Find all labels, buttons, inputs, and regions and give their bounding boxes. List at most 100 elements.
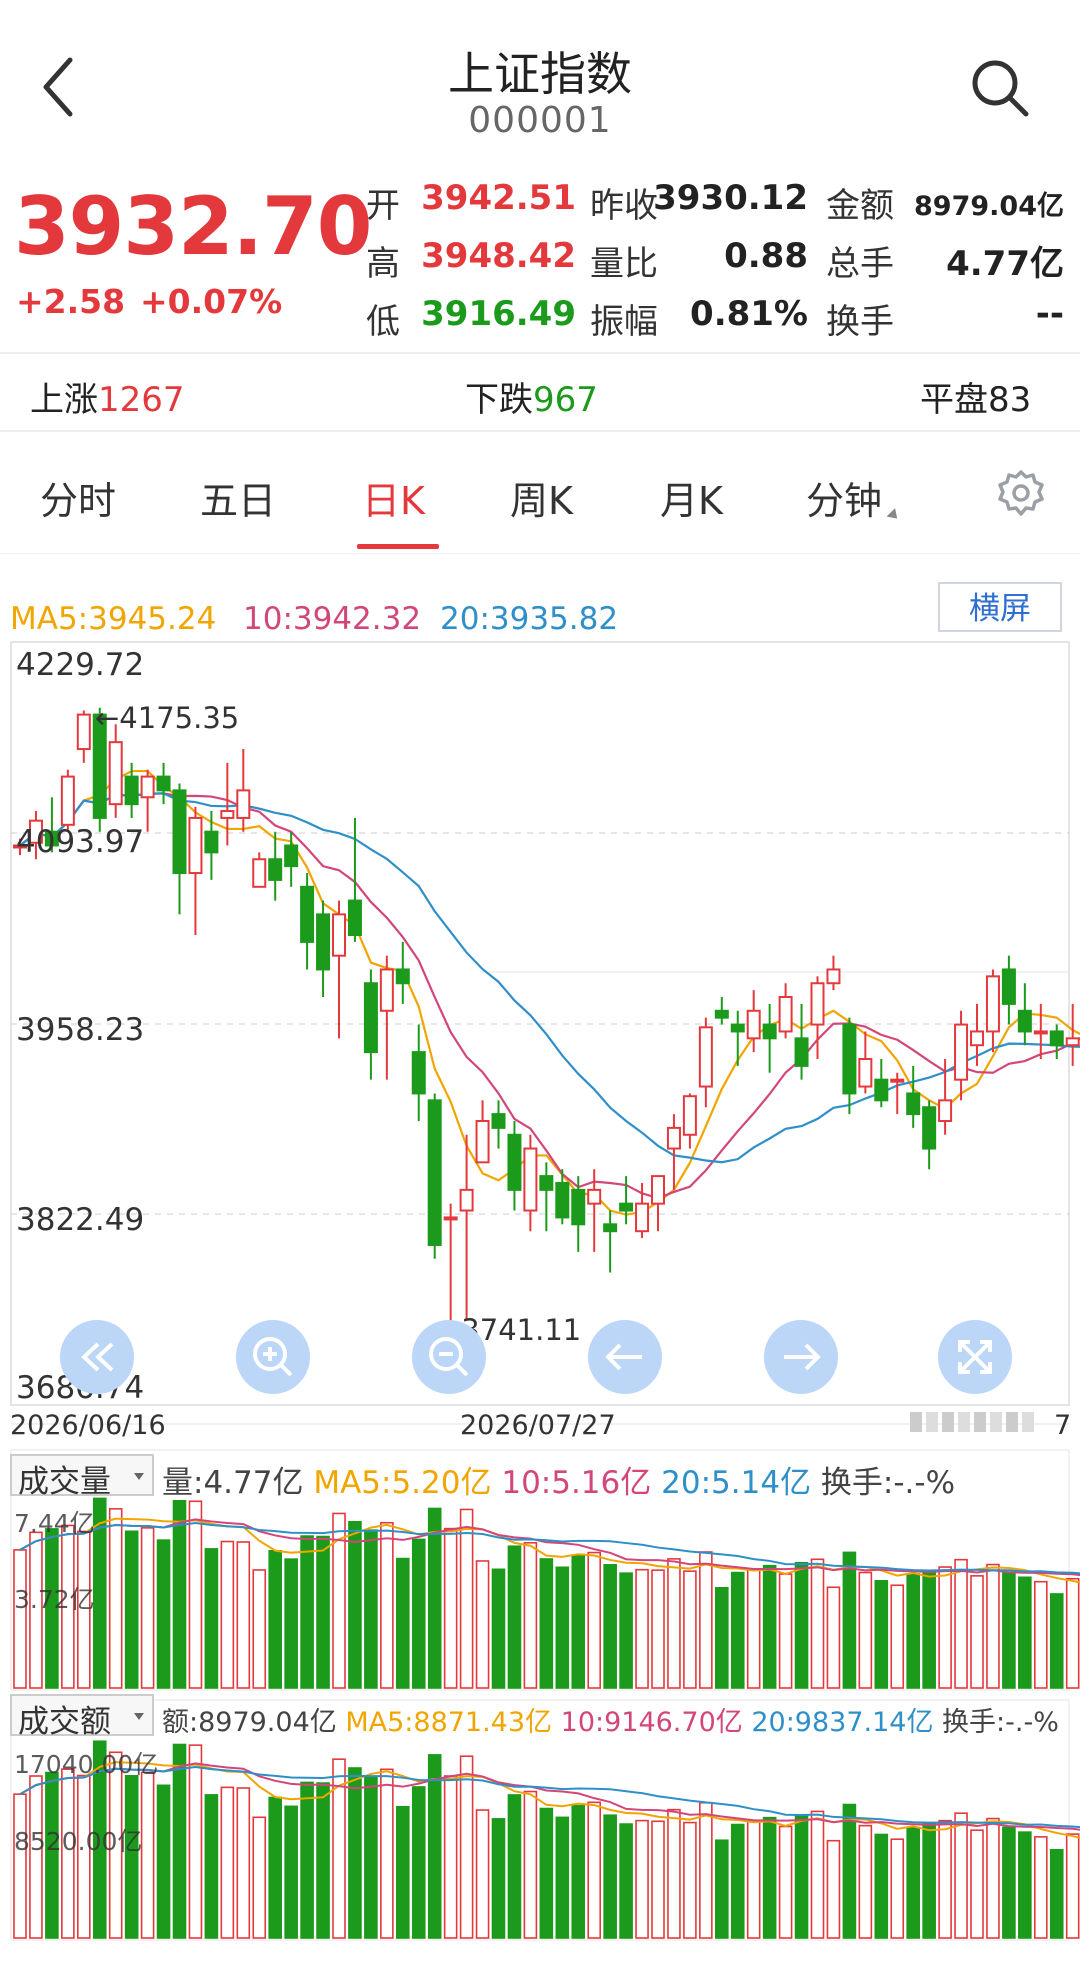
candle-up xyxy=(379,968,394,1012)
bar-up xyxy=(683,1570,697,1689)
scroll-right-button[interactable] xyxy=(764,1320,838,1394)
chevron-down-icon xyxy=(134,1713,144,1720)
candle-down xyxy=(555,1181,570,1219)
bar-down xyxy=(124,1530,139,1689)
bar-up xyxy=(810,1810,825,1939)
back-arrow-icon[interactable] xyxy=(40,52,80,122)
tab-five-day[interactable]: 五日 xyxy=(200,470,276,525)
bar-up xyxy=(140,1527,155,1689)
bar-down xyxy=(906,1573,921,1689)
zoom-out-button[interactable] xyxy=(412,1320,486,1394)
bar-up xyxy=(635,1568,649,1689)
tab-weekly-k[interactable]: 周K xyxy=(510,470,573,525)
candle-up xyxy=(220,810,235,819)
quote-label: 开 xyxy=(366,186,400,226)
bar-up xyxy=(252,1816,267,1939)
bar-down xyxy=(555,1816,570,1939)
candle-up xyxy=(858,1058,873,1088)
candle-down xyxy=(842,1023,857,1095)
volume-legend: 量:4.77亿 MA5:5.20亿 10:5.16亿 20:5.14亿 换手:-… xyxy=(162,1457,955,1502)
bar-up xyxy=(938,1819,952,1939)
candle-up xyxy=(443,1216,458,1221)
zoom-out-icon xyxy=(429,1337,469,1377)
landscape-button[interactable]: 横屏 xyxy=(938,582,1062,632)
search-icon[interactable] xyxy=(968,56,1032,120)
bar-up xyxy=(380,1768,394,1939)
candle-up xyxy=(475,1119,490,1164)
volume-indicator-select[interactable]: 成交量 xyxy=(10,1454,154,1500)
bar-up xyxy=(13,1549,27,1689)
fast-backward-button[interactable] xyxy=(60,1320,134,1394)
candle-down xyxy=(730,1023,745,1033)
fullscreen-button[interactable] xyxy=(938,1320,1012,1394)
zoom-in-button[interactable] xyxy=(236,1320,310,1394)
bar-down xyxy=(730,1823,745,1939)
bar-down xyxy=(427,1507,442,1689)
high-marker: ←4175.35 xyxy=(95,701,239,735)
kline-chart[interactable]: 4229.72 4093.97 3958.23 3822.49 3686.74 … xyxy=(0,630,1080,1969)
quote-value: 8979.04亿 xyxy=(914,191,1064,222)
candle-up xyxy=(635,1202,650,1233)
bar-down xyxy=(539,1807,554,1939)
quote-label: 总手 xyxy=(826,244,894,284)
bar-up xyxy=(938,1566,952,1689)
bar-down xyxy=(874,1580,889,1689)
bar-up xyxy=(890,1838,905,1939)
bar-down xyxy=(156,1539,171,1689)
candle-up xyxy=(60,775,75,826)
bar-down xyxy=(906,1826,921,1939)
tab-intraday[interactable]: 分时 xyxy=(40,470,116,525)
bar-down xyxy=(922,1823,936,1939)
tab-daily-k[interactable]: 日K xyxy=(362,470,425,525)
bar-down xyxy=(300,1781,314,1939)
divider xyxy=(0,553,1080,554)
bar-up xyxy=(986,1817,1000,1939)
bar-up xyxy=(443,1527,458,1689)
scroll-left-button[interactable] xyxy=(588,1320,662,1394)
candle-down xyxy=(922,1106,937,1150)
decline-count: 下跌967 xyxy=(465,372,598,421)
gear-icon[interactable] xyxy=(996,468,1046,518)
price-change: +2.58 xyxy=(16,282,126,321)
bar-up xyxy=(1065,1833,1080,1939)
bar-down xyxy=(794,1814,809,1939)
quote-value: 3916.49 xyxy=(421,294,576,334)
bar-up xyxy=(890,1584,905,1689)
tab-monthly-k[interactable]: 月K xyxy=(660,470,723,525)
candle-up xyxy=(1033,1030,1048,1035)
bar-up xyxy=(826,1586,841,1689)
bar-up xyxy=(140,1771,155,1939)
quote-label: 换手 xyxy=(826,302,894,342)
bar-down xyxy=(411,1538,426,1689)
bar-up xyxy=(108,1508,123,1689)
bar-down xyxy=(316,1782,330,1939)
price-change-percent: +0.07% xyxy=(140,282,283,321)
advance-value: 1267 xyxy=(98,380,185,420)
bar-up xyxy=(826,1839,841,1939)
candle-up xyxy=(188,816,203,875)
bar-up xyxy=(523,1541,538,1689)
candle-up xyxy=(938,1099,953,1122)
bar-down xyxy=(316,1535,330,1689)
candle-down xyxy=(491,1113,506,1129)
zoom-in-icon xyxy=(253,1337,293,1377)
candle-up xyxy=(954,1023,969,1081)
volume-ma5: MA5:5.20亿 xyxy=(313,1465,492,1501)
candle-down xyxy=(204,830,219,854)
amount-indicator-select[interactable]: 成交额 xyxy=(10,1694,154,1740)
bar-up xyxy=(188,1744,203,1939)
tab-minute[interactable]: 分钟 xyxy=(806,470,902,525)
bar-up xyxy=(746,1820,761,1939)
bar-down xyxy=(348,1767,362,1939)
bar-down xyxy=(619,1823,633,1939)
bar-down xyxy=(842,1551,857,1689)
arrow-left-icon xyxy=(605,1343,642,1371)
candle-down xyxy=(427,1099,442,1246)
dropdown-caret-icon xyxy=(886,508,902,523)
candle-down xyxy=(347,899,362,937)
page-title: 上证指数 xyxy=(448,47,632,101)
bar-down xyxy=(172,1743,187,1939)
bar-down xyxy=(714,1839,729,1939)
bar-up xyxy=(699,1551,713,1689)
candle-up xyxy=(985,975,1000,1033)
